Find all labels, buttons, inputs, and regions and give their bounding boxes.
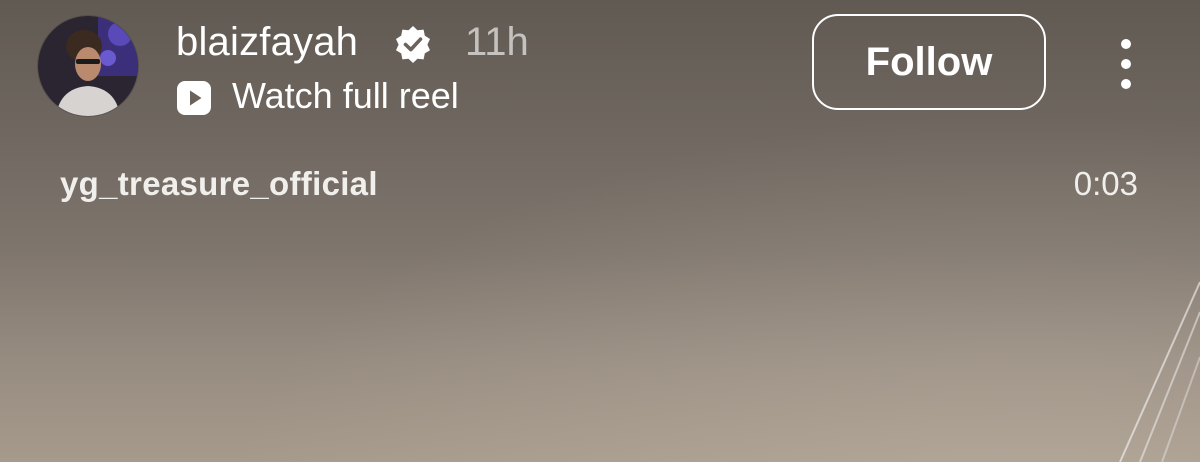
avatar[interactable] bbox=[38, 16, 138, 116]
light-streaks bbox=[1119, 281, 1200, 462]
play-reel-icon[interactable] bbox=[176, 80, 212, 116]
verified-badge-icon bbox=[396, 26, 430, 63]
reel-viewer: blaizfayah 11h Watch full reel Follow yg… bbox=[0, 0, 1200, 462]
audio-handle[interactable]: yg_treasure_official bbox=[60, 164, 378, 204]
more-vertical-icon[interactable] bbox=[1108, 36, 1144, 92]
username[interactable]: blaizfayah bbox=[176, 18, 358, 66]
post-time: 11h bbox=[465, 20, 529, 64]
avatar-photo bbox=[38, 16, 138, 116]
video-timestamp: 0:03 bbox=[1073, 165, 1138, 202]
follow-button[interactable]: Follow bbox=[812, 14, 1046, 110]
watch-full-reel-link[interactable]: Watch full reel bbox=[232, 74, 459, 118]
